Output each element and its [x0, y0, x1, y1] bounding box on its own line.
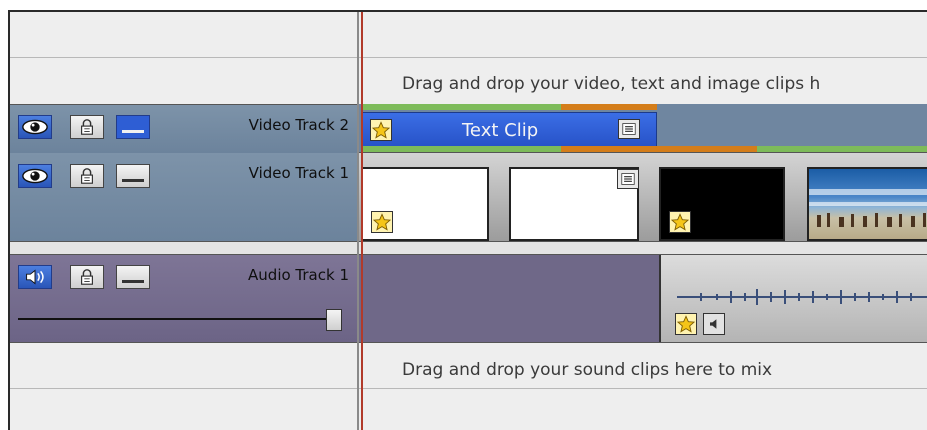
track-label-video-2: Video Track 2	[248, 116, 349, 134]
speaker-icon	[21, 268, 49, 286]
transition-range-bar	[561, 146, 757, 152]
video-track-1-lane	[359, 153, 927, 242]
eye-icon	[21, 118, 49, 136]
video-drop-hint: Drag and drop your video, text and image…	[402, 74, 821, 94]
effects-button[interactable]	[371, 211, 393, 233]
audio-mute-toggle[interactable]	[18, 265, 52, 289]
video-track-1-header: Video Track 1	[10, 153, 357, 242]
collapse-toggle-video-1[interactable]	[116, 164, 150, 188]
track-group-separator	[10, 242, 927, 255]
collapse-toggle-audio-1[interactable]	[116, 265, 150, 289]
transition-range-bar	[561, 104, 657, 110]
row-divider	[10, 57, 927, 58]
text-clip-label: Text Clip	[462, 120, 539, 141]
audio-drop-hint: Drag and drop your sound clips here to m…	[402, 360, 773, 380]
video-track-2-lane: Text Clip	[359, 104, 927, 153]
lock-toggle-audio-1[interactable]	[70, 265, 104, 289]
list-icon	[621, 122, 637, 136]
lock-toggle-video-2[interactable]	[70, 115, 104, 139]
effects-button[interactable]	[675, 313, 697, 335]
visibility-toggle-video-1[interactable]	[18, 164, 52, 188]
text-clip[interactable]: Text Clip	[361, 112, 657, 148]
clip-range-bar	[361, 146, 561, 152]
mute-icon	[706, 316, 722, 332]
star-icon	[671, 213, 689, 231]
list-icon	[620, 172, 636, 186]
volume-slider-thumb[interactable]	[326, 309, 342, 331]
lock-toggle-video-1[interactable]	[70, 164, 104, 188]
lock-icon	[78, 167, 96, 185]
track-label-audio-1: Audio Track 1	[248, 266, 349, 284]
effects-button[interactable]	[370, 119, 392, 141]
minimize-icon	[122, 279, 144, 283]
visibility-toggle-video-2[interactable]	[18, 115, 52, 139]
volume-slider-track	[18, 318, 336, 320]
eye-icon	[21, 167, 49, 185]
lock-icon	[78, 118, 96, 136]
star-icon	[373, 213, 391, 231]
playhead[interactable]	[361, 12, 363, 430]
header-lane-divider	[357, 12, 359, 430]
video-clip[interactable]	[659, 167, 785, 241]
clip-range-bar	[757, 146, 927, 152]
image-clip[interactable]	[509, 167, 639, 241]
star-icon	[677, 315, 695, 333]
clip-range-bar	[361, 104, 561, 110]
audio-track-1-lane	[359, 255, 927, 343]
clip-properties-button[interactable]	[617, 169, 639, 189]
timeline-panel: Drag and drop your video, text and image…	[8, 10, 927, 430]
audio-clip[interactable]	[659, 255, 927, 342]
lock-icon	[78, 268, 96, 286]
effects-button[interactable]	[669, 211, 691, 233]
volume-slider[interactable]	[18, 309, 342, 331]
image-clip[interactable]	[361, 167, 489, 241]
track-label-video-1: Video Track 1	[248, 164, 349, 182]
collapse-toggle-video-2[interactable]	[116, 115, 150, 139]
video-clip-thumbnail[interactable]	[807, 167, 927, 241]
minimize-icon	[122, 129, 144, 133]
star-icon	[372, 121, 390, 139]
minimize-icon	[122, 178, 144, 182]
clip-properties-button[interactable]	[618, 119, 640, 139]
clip-mute-button[interactable]	[703, 313, 725, 335]
waveform	[677, 289, 927, 305]
beach-scene-image	[809, 189, 927, 227]
row-divider	[10, 388, 927, 389]
video-track-2-header: Video Track 2	[10, 104, 357, 154]
audio-track-1-header: Audio Track 1	[10, 255, 357, 343]
